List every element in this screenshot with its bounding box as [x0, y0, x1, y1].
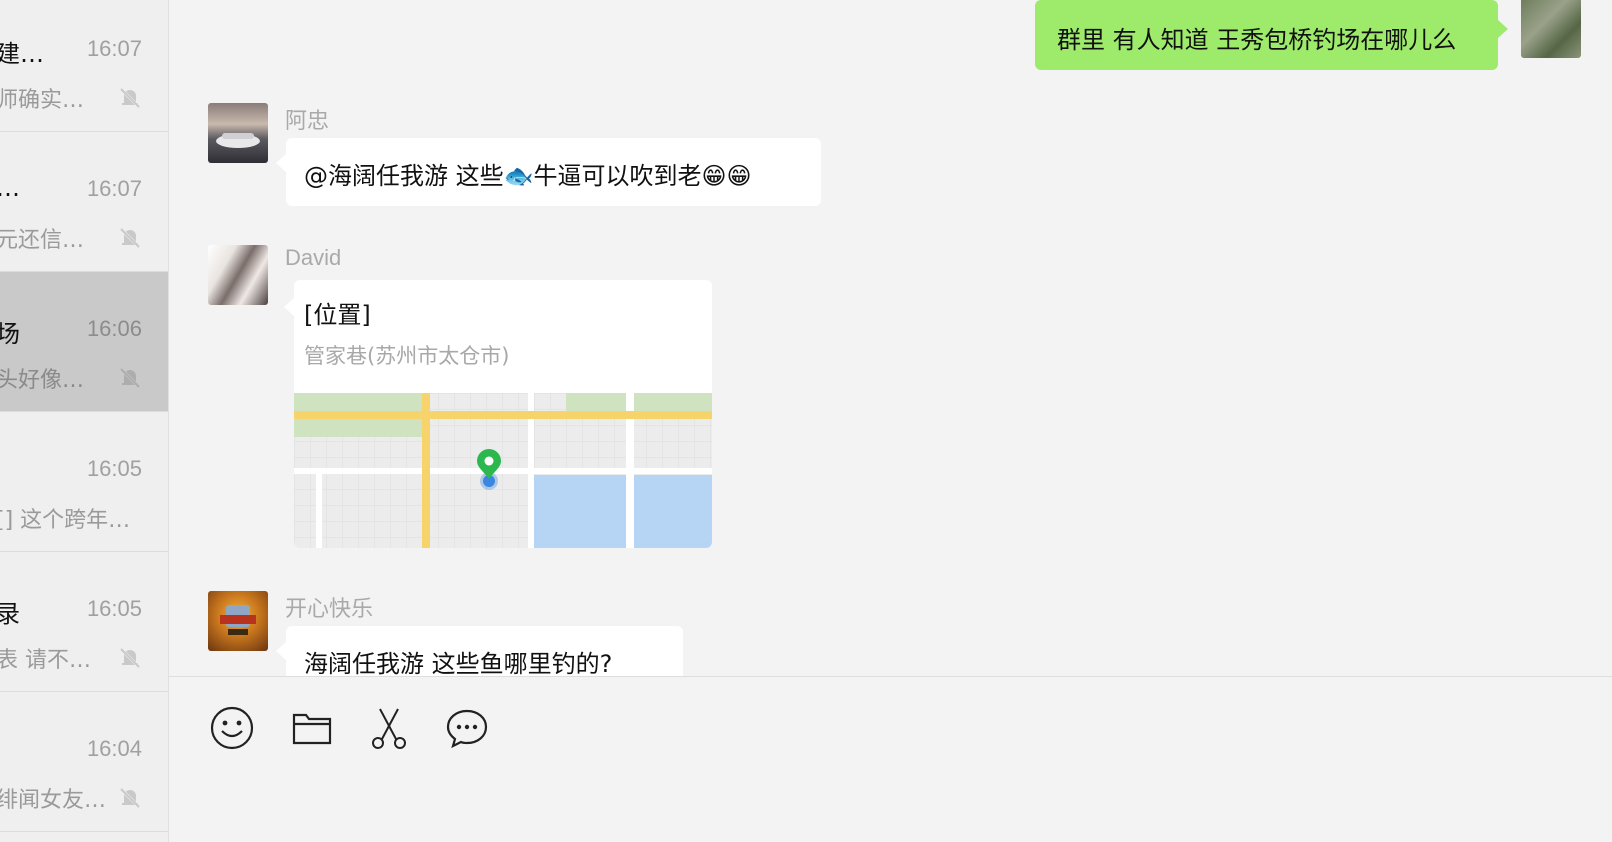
- chat-time: 16:05: [86, 596, 142, 621]
- map-preview: [294, 393, 712, 548]
- message-bubble[interactable]: @海阔任我游 这些🐟牛逼可以吹到老😁😁: [286, 138, 821, 206]
- chat-preview: 元还信…: [0, 228, 85, 253]
- emoji-icon[interactable]: [209, 705, 255, 751]
- avatar[interactable]: [208, 591, 268, 651]
- badge-icon: [220, 605, 256, 635]
- chat-preview: 师确实…: [0, 88, 85, 113]
- bubble-tail: [276, 642, 286, 660]
- chat-time: 16:07: [86, 176, 142, 201]
- chat-time: 16:07: [86, 36, 142, 61]
- chat-preview: [] 这个跨年…: [0, 508, 131, 533]
- mute-bell-icon: [118, 786, 142, 810]
- avatar[interactable]: [208, 245, 268, 305]
- sender-name: 开心快乐: [285, 597, 374, 622]
- sender-name: 阿忠: [285, 109, 330, 134]
- chat-preview: 绯闻女友…: [0, 788, 107, 813]
- sender-name: David: [285, 245, 342, 270]
- message-text: 海阔任我游 这些鱼哪里钓的?: [304, 650, 613, 676]
- message-list[interactable]: 群里 有人知道 王秀包桥钓场在哪儿么 阿忠 @海阔任我游 这些🐟牛逼可以吹到老😁…: [169, 0, 1612, 676]
- mute-bell-icon: [118, 226, 142, 250]
- mute-bell-icon: [118, 366, 142, 390]
- chat-name: …: [0, 174, 20, 202]
- mute-bell-icon: [118, 646, 142, 670]
- folder-icon[interactable]: [289, 705, 335, 751]
- message-input-area[interactable]: [169, 676, 1612, 842]
- message-bubble[interactable]: 海阔任我游 这些鱼哪里钓的?: [286, 626, 683, 676]
- chat-time: 16:06: [86, 316, 142, 341]
- car-photo-icon: [216, 133, 260, 148]
- chat-list-item[interactable]: 建… 16:07 师确实…: [0, 0, 168, 132]
- location-address: 管家巷(苏州市太仓市): [304, 344, 510, 368]
- bubble-tail: [1498, 20, 1508, 38]
- chat-list: 建… 16:07 师确实… … 16:07 元还信… 场 16:06 头好像… …: [0, 0, 169, 842]
- my-avatar[interactable]: [1521, 0, 1581, 58]
- bubble-tail: [284, 298, 294, 316]
- chat-list-item[interactable]: 录 16:05 表 请不…: [0, 552, 168, 692]
- chat-time: 16:05: [86, 456, 142, 481]
- chat-name: 建…: [0, 40, 44, 68]
- chat-list-item[interactable]: … 16:07 元还信…: [0, 132, 168, 272]
- location-title: [位置]: [304, 301, 371, 329]
- location-message-card[interactable]: [位置] 管家巷(苏州市太仓市): [294, 280, 712, 548]
- chat-list-item[interactable]: 16:05 [] 这个跨年…: [0, 412, 168, 552]
- chat-time: 16:04: [86, 736, 142, 761]
- avatar[interactable]: [208, 103, 268, 163]
- message-text: 群里 有人知道 王秀包桥钓场在哪儿么: [1057, 26, 1457, 54]
- chat-list-item-selected[interactable]: 场 16:06 头好像…: [0, 272, 168, 412]
- scissors-icon[interactable]: [366, 705, 412, 751]
- chat-list-item[interactable]: 16:04 绯闻女友…: [0, 692, 168, 832]
- my-message-bubble[interactable]: 群里 有人知道 王秀包桥钓场在哪儿么: [1035, 0, 1498, 70]
- message-text: @海阔任我游 这些🐟牛逼可以吹到老😁😁: [304, 162, 752, 190]
- mute-bell-icon: [118, 86, 142, 110]
- chat-name: 场: [0, 314, 20, 349]
- bubble-tail: [276, 154, 286, 172]
- chat-preview: 头好像…: [0, 368, 85, 393]
- chat-bubble-icon[interactable]: [444, 705, 490, 751]
- chat-preview: 表 请不…: [0, 648, 91, 673]
- chat-name: 录: [0, 594, 20, 629]
